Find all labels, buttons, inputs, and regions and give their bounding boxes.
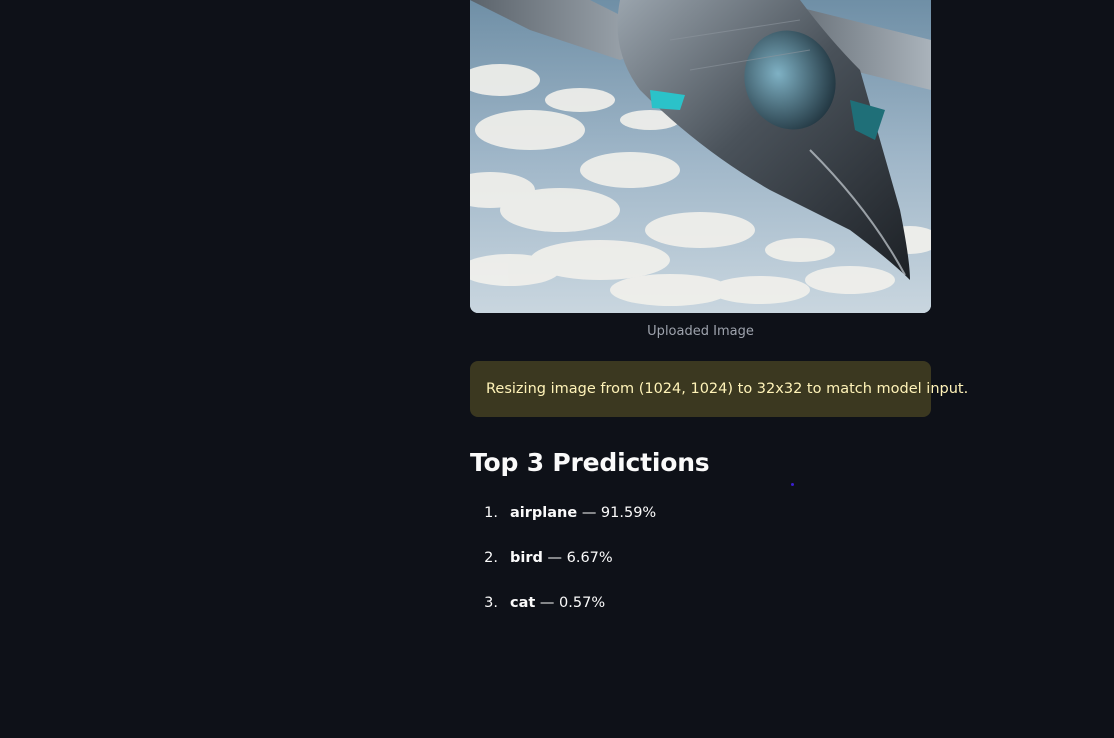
prediction-rank: 3. [484,595,498,611]
prediction-value: 0.57% [559,595,606,611]
app-root: Uploaded Image Resizing image from (1024… [0,0,1114,738]
prediction-rank: 2. [484,550,498,566]
prediction-item: 2. bird — 6.67% [470,548,931,593]
uploaded-image [470,0,931,313]
resize-alert: Resizing image from (1024, 1024) to 32x3… [470,361,968,417]
prediction-label: cat [510,595,536,611]
prediction-item: 3. cat — 0.57% [470,593,931,638]
prediction-separator: — [581,505,601,521]
prediction-body: airplane — 91.59% [502,503,656,548]
prediction-separator: — [547,550,567,566]
main-column: Uploaded Image Resizing image from (1024… [470,0,968,638]
prediction-item: 1. airplane — 91.59% [470,503,931,548]
prediction-label: airplane [510,505,578,521]
image-caption: Uploaded Image [647,324,754,339]
prediction-value: 6.67% [566,550,613,566]
cursor-dot [791,483,794,486]
prediction-rank: 1. [484,505,498,521]
prediction-body: cat — 0.57% [502,593,605,638]
predictions-list: 1. airplane — 91.59% 2. bird — 6.67% 3. [470,503,931,638]
prediction-separator: — [539,595,560,611]
prediction-body: bird — 6.67% [502,548,613,593]
prediction-value: 91.59% [600,505,657,521]
prediction-label: bird [510,550,543,566]
predictions-heading: Top 3 Predictions [470,448,710,477]
